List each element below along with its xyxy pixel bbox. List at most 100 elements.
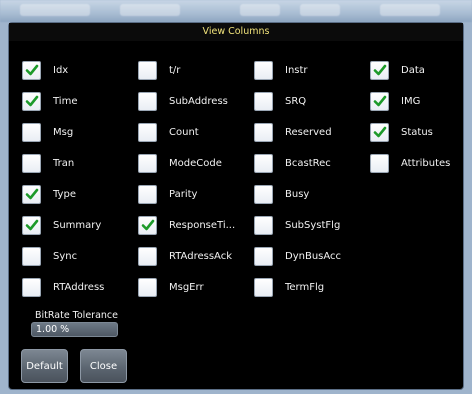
column-option[interactable]: Busy: [254, 184, 309, 204]
column-option[interactable]: IMG: [370, 91, 420, 111]
checkbox-unchecked[interactable]: [254, 122, 273, 142]
column-option-label: t/r: [169, 64, 181, 76]
checkbox-unchecked[interactable]: [254, 184, 273, 204]
checkbox-checked[interactable]: [22, 184, 41, 204]
column-option[interactable]: SubAddress: [138, 91, 228, 111]
column-option-label: BcastRec: [285, 157, 331, 169]
ghost-tab: [380, 4, 440, 16]
checkbox-unchecked[interactable]: [138, 60, 157, 80]
checkbox-unchecked[interactable]: [254, 215, 273, 235]
checkbox-unchecked[interactable]: [138, 153, 157, 173]
column-option[interactable]: Status: [370, 122, 433, 142]
checkbox-checked[interactable]: [22, 91, 41, 111]
column-option-label: ResponseTi...: [169, 219, 236, 231]
checkbox-unchecked[interactable]: [22, 122, 41, 142]
column-option-label: Time: [53, 95, 78, 107]
column-option[interactable]: Attributes: [370, 153, 450, 173]
checkbox-unchecked[interactable]: [254, 153, 273, 173]
checkbox-unchecked[interactable]: [22, 246, 41, 266]
column-option[interactable]: TermFlg: [254, 277, 324, 297]
column-option-label: MsgErr: [169, 281, 204, 293]
checkbox-checked[interactable]: [370, 60, 389, 80]
column-option-label: Count: [169, 126, 199, 138]
background-app-titlebar: [0, 0, 472, 22]
column-option[interactable]: Tran: [22, 153, 74, 173]
column-option[interactable]: Msg: [22, 122, 73, 142]
column-option-label: Data: [401, 64, 425, 76]
dialog-title: View Columns: [9, 23, 463, 41]
checkbox-checked[interactable]: [22, 215, 41, 235]
column-option[interactable]: DynBusAcc: [254, 246, 341, 266]
column-option[interactable]: SubSystFlg: [254, 215, 340, 235]
checkbox-unchecked[interactable]: [138, 122, 157, 142]
column-option[interactable]: Time: [22, 91, 77, 111]
column-option[interactable]: RTAddress: [22, 277, 104, 297]
checkbox-checked[interactable]: [138, 215, 157, 235]
checkbox-unchecked[interactable]: [22, 153, 41, 173]
column-option-label: RTAddress: [53, 281, 105, 293]
column-option[interactable]: SRQ: [254, 91, 306, 111]
column-option-label: Idx: [53, 64, 69, 76]
column-option[interactable]: BcastRec: [254, 153, 331, 173]
checkbox-unchecked[interactable]: [254, 246, 273, 266]
column-option[interactable]: Type: [22, 184, 76, 204]
column-option-label: RTAdressAck: [169, 250, 232, 262]
column-option-label: Tran: [53, 157, 75, 169]
column-option[interactable]: Reserved: [254, 122, 332, 142]
column-option[interactable]: Idx: [22, 60, 68, 80]
checkmark-icon: [373, 95, 386, 107]
column-option-label: ModeCode: [169, 157, 222, 169]
column-option[interactable]: t/r: [138, 60, 180, 80]
column-option-label: Reserved: [285, 126, 332, 138]
view-columns-dialog: View Columns Idx Time Msg Tran Type Summary Sy…: [8, 22, 464, 390]
ghost-tab: [300, 4, 340, 16]
column-option[interactable]: Sync: [22, 246, 77, 266]
column-option[interactable]: RTAdressAck: [138, 246, 232, 266]
checkbox-unchecked[interactable]: [370, 153, 389, 173]
column-option-label: Instr: [285, 64, 308, 76]
column-option-label: Msg: [53, 126, 74, 138]
column-option-label: SRQ: [285, 95, 307, 107]
column-option[interactable]: MsgErr: [138, 277, 204, 297]
column-option-label: Parity: [169, 188, 198, 200]
checkbox-checked[interactable]: [370, 122, 389, 142]
column-option-label: Type: [53, 188, 76, 200]
column-option[interactable]: Data: [370, 60, 425, 80]
column-option[interactable]: Count: [138, 122, 199, 142]
checkmark-icon: [373, 126, 386, 138]
bitrate-tolerance-input[interactable]: 1.00 %: [31, 322, 118, 337]
column-option-label: Summary: [53, 219, 102, 231]
ghost-tab: [20, 4, 90, 16]
checkbox-checked[interactable]: [22, 60, 41, 80]
ghost-tab: [120, 4, 180, 16]
checkbox-unchecked[interactable]: [138, 246, 157, 266]
column-option[interactable]: Instr: [254, 60, 308, 80]
column-option[interactable]: Summary: [22, 215, 101, 235]
column-option[interactable]: Parity: [138, 184, 197, 204]
checkbox-unchecked[interactable]: [254, 277, 273, 297]
checkmark-icon: [25, 188, 38, 200]
checkmark-icon: [25, 95, 38, 107]
checkbox-unchecked[interactable]: [254, 91, 273, 111]
column-option-label: TermFlg: [285, 281, 325, 293]
column-option-label: SubAddress: [169, 95, 228, 107]
checkmark-icon: [25, 219, 38, 231]
column-option[interactable]: ResponseTi...: [138, 215, 235, 235]
checkbox-unchecked[interactable]: [138, 277, 157, 297]
column-option-label: Sync: [53, 250, 78, 262]
checkbox-unchecked[interactable]: [254, 60, 273, 80]
checkbox-unchecked[interactable]: [138, 91, 157, 111]
checkbox-unchecked[interactable]: [138, 184, 157, 204]
checkmark-icon: [141, 219, 154, 231]
checkmark-icon: [373, 64, 386, 76]
column-option-label: Status: [401, 126, 433, 138]
close-button[interactable]: Close: [80, 349, 127, 383]
checkbox-unchecked[interactable]: [22, 277, 41, 297]
bitrate-tolerance-label: BitRate Tolerance: [35, 310, 118, 321]
checkbox-checked[interactable]: [370, 91, 389, 111]
column-option-label: IMG: [401, 95, 421, 107]
column-option[interactable]: ModeCode: [138, 153, 222, 173]
checkmark-icon: [25, 64, 38, 76]
ghost-tab: [240, 4, 280, 16]
default-button[interactable]: Default: [21, 349, 68, 383]
